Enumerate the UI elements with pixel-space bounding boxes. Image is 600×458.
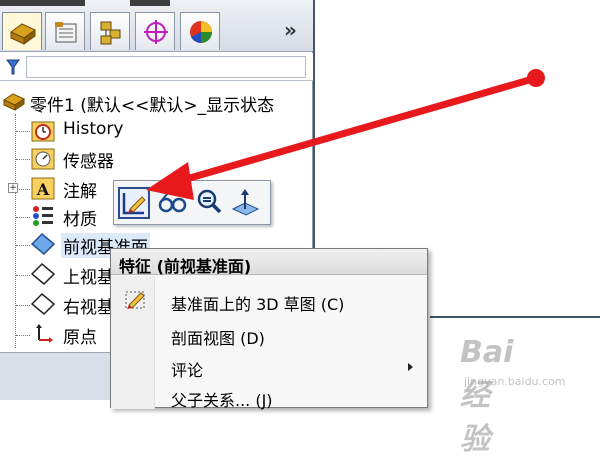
sketch-button[interactable]: [118, 187, 150, 219]
more-tabs-button[interactable]: »: [284, 18, 297, 42]
menu-item-label: 父子关系... (J): [171, 391, 273, 410]
history-icon: [31, 121, 55, 142]
expand-toggle[interactable]: +: [8, 183, 18, 193]
watermark-logo: Bai 经验: [460, 335, 514, 457]
menu-item-comment[interactable]: 评论: [111, 351, 427, 381]
plane-icon: [30, 262, 56, 286]
menu-item-label: 剖面视图 (D): [171, 329, 265, 348]
menu-item-section-view[interactable]: 剖面视图 (D): [111, 319, 427, 349]
tree-connector: [15, 114, 16, 348]
tree-filter-bar: [0, 53, 313, 81]
tab-display-manager[interactable]: [180, 12, 220, 50]
part-icon: [2, 93, 26, 111]
tab-configuration-manager[interactable]: [90, 12, 130, 50]
filter-input[interactable]: [26, 56, 306, 78]
plane-icon: [30, 292, 56, 316]
tree-item-label: 传感器: [63, 152, 114, 172]
tree-connector: [16, 159, 30, 160]
tab-property-manager[interactable]: [45, 12, 85, 50]
graphics-edge-line: [430, 316, 600, 318]
tab-dimxpert[interactable]: [135, 12, 175, 50]
origin-icon: [36, 324, 53, 343]
appearance-icon: [158, 192, 187, 213]
tree-root[interactable]: 零件1 (默认<<默认>_显示状态: [0, 88, 313, 116]
context-toolbar: [113, 180, 271, 225]
tab-strip-top: [0, 0, 85, 6]
tab-feature-manager[interactable]: [2, 12, 42, 50]
annotation-icon: A: [31, 177, 55, 200]
tree-item-label: 原点: [63, 328, 97, 348]
tree-connector: [16, 217, 30, 218]
display-manager-icon: [190, 21, 212, 44]
manager-tabbar: »: [0, 0, 313, 52]
menu-item-3d-sketch-on-plane[interactable]: 基准面上的 3D 草图 (C): [111, 285, 427, 315]
svg-text:A: A: [36, 180, 50, 199]
tree-connector: [16, 335, 30, 336]
plane-icon: [30, 232, 56, 256]
context-menu: 特征 (前视基准面) 基准面上的 3D 草图 (C) 剖面视图 (D) 评论 父…: [110, 248, 428, 411]
material-icon: [33, 206, 53, 226]
configuration-manager-icon: [100, 21, 121, 45]
tree-connector: [16, 275, 30, 276]
normal-to-icon: [231, 189, 260, 216]
tree-connector: [16, 189, 30, 190]
tree-connector: [16, 305, 30, 306]
filter-icon[interactable]: [6, 59, 20, 75]
3d-sketch-icon: [125, 291, 145, 309]
watermark-url: jingyan.baidu.com: [464, 375, 566, 388]
context-menu-title: 特征 (前视基准面): [111, 249, 427, 276]
tree-item-label: 材质: [63, 210, 97, 230]
appearance-button[interactable]: [156, 187, 188, 219]
zoom-to-selection-icon: [197, 189, 222, 214]
menu-item-parent-child[interactable]: 父子关系... (J): [111, 381, 427, 411]
property-manager-icon: [55, 22, 77, 43]
feature-manager-icon: [10, 23, 36, 45]
normal-to-button[interactable]: [230, 187, 262, 219]
tree-connector: [16, 245, 30, 246]
sketch-icon: [122, 193, 146, 215]
tab-strip-top: [130, 0, 170, 6]
zoom-to-selection-button[interactable]: [194, 187, 226, 219]
tree-item-label: 注解: [63, 182, 97, 202]
submenu-arrow-icon: [408, 363, 413, 371]
tree-item-label: 右视基: [63, 298, 114, 318]
menu-item-label: 基准面上的 3D 草图 (C): [171, 295, 345, 314]
tree-root-label: 零件1 (默认<<默认>_显示状态: [30, 96, 275, 116]
tree-item-label: History: [63, 119, 124, 139]
dimxpert-icon: [144, 20, 168, 44]
menu-item-label: 评论: [171, 361, 204, 380]
sensor-icon: [31, 148, 55, 170]
tree-item-label: 上视基: [63, 268, 114, 288]
tree-connector: [16, 131, 30, 132]
